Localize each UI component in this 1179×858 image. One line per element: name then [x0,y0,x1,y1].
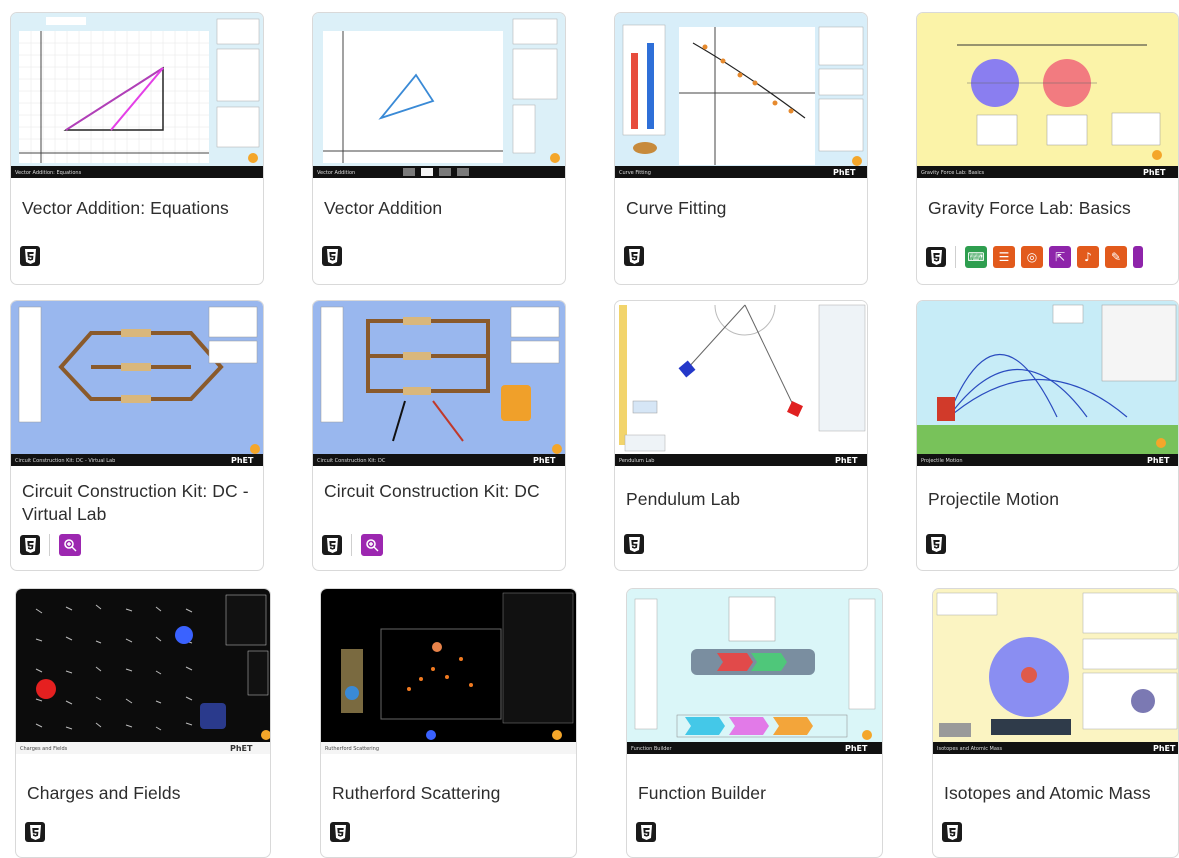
phet-logo: PhET [833,168,856,177]
sim-card-isotopes-and-atomic-mass[interactable]: Isotopes and Atomic Mass PhET Isotopes a… [932,588,1179,858]
sim-card-rutherford-scattering[interactable]: Rutherford Scattering Rutherford Scatter… [320,588,577,858]
phet-logo: PhET [230,744,253,753]
sim-title[interactable]: Circuit Construction Kit: DC [324,480,557,503]
zoom-icon [59,534,81,556]
keyboard-icon: ⌨ [965,246,987,268]
thumb-caption: Gravity Force Lab: Basics [921,170,985,176]
html5-icon [322,246,342,266]
sim-title[interactable]: Vector Addition: Equations [22,197,255,220]
badge-row [20,246,40,266]
sim-title[interactable]: Pendulum Lab [626,488,859,511]
badge-row [322,534,383,556]
thumb-caption: Isotopes and Atomic Mass [937,746,1003,752]
zoom-icon [361,534,383,556]
sim-thumbnail[interactable]: Vector Addition [313,13,565,178]
phet-logo: PhET [1147,456,1170,465]
badge-row [20,534,81,556]
sim-title[interactable]: Rutherford Scattering [332,782,568,805]
thumb-caption: Circuit Construction Kit: DC - Virtual L… [15,458,115,464]
thumb-caption: Curve Fitting [619,170,651,176]
description-icon: ☰ [993,246,1015,268]
sim-card-pendulum-lab[interactable]: Pendulum Lab PhET Pendulum Lab [614,300,868,571]
phet-logo: PhET [835,456,858,465]
badge-divider [49,534,50,556]
html5-icon [624,246,644,266]
phet-logo: PhET [1143,168,1166,177]
phet-logo: PhET [845,744,868,753]
interactive-icon: ⇱ [1049,246,1071,268]
sim-card-charges-and-fields[interactable]: Charges and Fields PhET Charges and Fiel… [15,588,271,858]
phet-logo: PhET [231,456,254,465]
sim-card-vector-addition-equations[interactable]: Vector Addition: Equations Vector Additi… [10,12,264,285]
sim-thumbnail[interactable]: Function Builder PhET [627,589,882,754]
sim-thumbnail[interactable]: Charges and Fields PhET [16,589,270,754]
phet-logo: PhET [533,456,556,465]
sim-thumbnail[interactable]: Isotopes and Atomic Mass PhET [933,589,1178,754]
thumb-caption: Rutherford Scattering [325,746,379,752]
sound-icon: ♪ [1077,246,1099,268]
sim-card-gravity-force-lab-basics[interactable]: Gravity Force Lab: Basics PhET Gravity F… [916,12,1179,285]
badge-row [624,534,644,554]
badge-row [330,822,350,842]
sonification-icon: ◎ [1021,246,1043,268]
sim-title[interactable]: Charges and Fields [27,782,262,805]
html5-icon [624,534,644,554]
sim-title[interactable]: Circuit Construction Kit: DC - Virtual L… [22,480,255,526]
sim-card-projectile-motion[interactable]: Projectile Motion PhET Projectile Motion [916,300,1179,571]
sim-title[interactable]: Vector Addition [324,197,557,220]
sim-card-cck-dc-virtual-lab[interactable]: Circuit Construction Kit: DC - Virtual L… [10,300,264,571]
html5-icon [926,534,946,554]
html5-icon [942,822,962,842]
sim-thumbnail[interactable]: Gravity Force Lab: Basics PhET [917,13,1178,178]
badge-row [926,534,946,554]
sim-title[interactable]: Isotopes and Atomic Mass [944,782,1178,805]
badge-divider [955,246,956,268]
badge-row [942,822,962,842]
more-icon [1133,246,1143,268]
thumb-caption: Vector Addition [317,170,355,176]
sim-card-vector-addition[interactable]: Vector Addition Vector Addition [312,12,566,285]
html5-icon [20,246,40,266]
html5-icon [636,822,656,842]
html5-icon [20,535,40,555]
voicing-icon: ✎ [1105,246,1127,268]
html5-icon [926,247,946,267]
thumb-caption: Pendulum Lab [619,458,654,464]
badge-row [25,822,45,842]
badge-divider [351,534,352,556]
sim-card-curve-fitting[interactable]: Curve Fitting PhET Curve Fitting [614,12,868,285]
sim-thumbnail[interactable]: Pendulum Lab PhET [615,301,867,466]
sim-card-cck-dc[interactable]: Circuit Construction Kit: DC PhET Circui… [312,300,566,571]
thumb-caption: Vector Addition: Equations [15,170,82,176]
sim-thumbnail[interactable]: Curve Fitting PhET [615,13,867,178]
sim-title[interactable]: Projectile Motion [928,488,1170,511]
sim-card-function-builder[interactable]: Function Builder PhET Function Builder [626,588,883,858]
badge-row: ⌨ ☰ ◎ ⇱ ♪ ✎ [926,246,1143,268]
sim-thumbnail[interactable]: Circuit Construction Kit: DC PhET [313,301,565,466]
thumb-caption: Function Builder [631,746,672,752]
html5-icon [25,822,45,842]
sim-thumbnail[interactable]: Circuit Construction Kit: DC - Virtual L… [11,301,263,466]
phet-logo: PhET [1153,744,1176,753]
thumb-caption: Circuit Construction Kit: DC [317,458,386,464]
html5-icon [322,535,342,555]
sim-thumbnail[interactable]: Projectile Motion PhET [917,301,1178,466]
badge-row [624,246,644,266]
html5-icon [330,822,350,842]
badge-row [636,822,656,842]
badge-row [322,246,342,266]
sim-thumbnail[interactable]: Vector Addition: Equations [11,13,263,178]
thumb-caption: Projectile Motion [921,458,963,464]
thumb-caption: Charges and Fields [20,746,68,752]
sim-thumbnail[interactable]: Rutherford Scattering [321,589,576,754]
sim-title[interactable]: Function Builder [638,782,874,805]
sim-title[interactable]: Curve Fitting [626,197,859,220]
sim-title[interactable]: Gravity Force Lab: Basics [928,197,1170,220]
